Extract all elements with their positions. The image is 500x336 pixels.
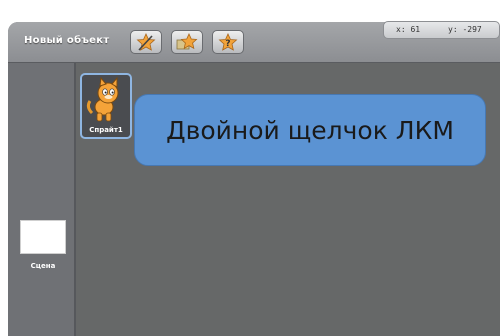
callout-text: Двойной щелчок ЛКМ (166, 115, 454, 145)
new-sprite-title: Новый объект (24, 35, 110, 46)
paint-new-sprite-icon (136, 33, 156, 51)
instruction-callout: Двойной щелчок ЛКМ (134, 94, 486, 166)
paint-new-sprite-button[interactable] (130, 30, 162, 54)
sprite-label: Спрайт1 (89, 126, 123, 134)
choose-sprite-from-file-icon (176, 33, 198, 50)
stage-column (8, 63, 74, 336)
mouse-coordinates: x: 61 y: -297 (383, 21, 500, 39)
sprite-tile[interactable]: Спрайт1 (80, 73, 132, 139)
svg-text:?: ? (225, 39, 230, 49)
cat-sprite-icon (86, 77, 119, 122)
random-sprite-icon: ? (218, 33, 238, 51)
mouse-y: y: -297 (448, 25, 482, 34)
mouse-x: x: 61 (396, 25, 421, 34)
stage-thumbnail[interactable] (20, 220, 66, 254)
choose-sprite-from-file-button[interactable] (171, 30, 203, 54)
stage-label: Сцена (30, 262, 56, 270)
random-sprite-button[interactable]: ? (212, 30, 244, 54)
